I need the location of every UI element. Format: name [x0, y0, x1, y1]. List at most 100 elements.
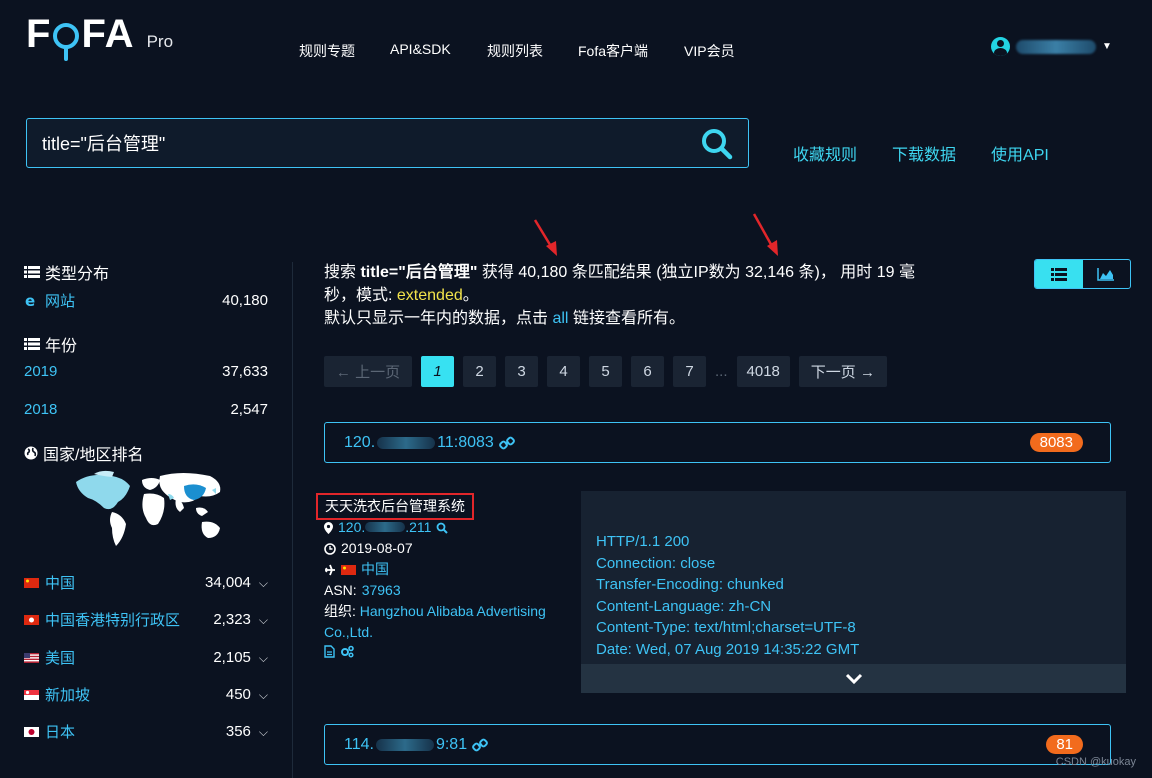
prev-page-button[interactable]: ← 上一页 — [324, 356, 412, 387]
country-item-count: 450 — [225, 686, 251, 703]
chart-view-button[interactable] — [1083, 260, 1131, 288]
show-all-link[interactable]: all — [552, 310, 568, 327]
world-map[interactable] — [72, 468, 232, 552]
nav-item-rule-list[interactable]: 规则列表 — [487, 41, 543, 61]
page-button-3[interactable]: 3 — [505, 356, 538, 387]
result-host-link[interactable]: 114. 9:81 81 — [324, 724, 1111, 765]
host-prefix: 114. — [344, 735, 374, 753]
result-asn: ASN: 37963 — [324, 580, 574, 601]
list-icon — [24, 338, 40, 350]
summary-count: 40,180 — [518, 264, 568, 281]
result-summary: 搜索 title="后台管理" 获得 40,180 条匹配结果 (独立IP数为 … — [324, 261, 944, 330]
country-item-count: 356 — [225, 723, 251, 740]
type-item-website[interactable]: e 网站 40,180 — [24, 290, 268, 311]
watermark: CSDN @kuokay — [1055, 756, 1136, 768]
summary-prefix: 搜索 — [324, 264, 357, 281]
org-label: 组织: — [324, 603, 356, 619]
country-item-china[interactable]: 中国 34,004 ⌵ — [24, 572, 268, 593]
country-item-label: 新加坡 — [45, 687, 91, 704]
port-badge[interactable]: 81 — [1046, 735, 1083, 754]
country-item-usa[interactable]: 美国 2,105 ⌵ — [24, 647, 268, 668]
flag-cn-icon — [341, 564, 356, 575]
chevron-down-icon[interactable]: ⌵ — [259, 576, 268, 590]
host-redacted — [375, 738, 434, 751]
summary-note-suffix: 链接查看所有。 — [572, 310, 685, 327]
country-item-hongkong[interactable]: 中国香港特别行政区 2,323 ⌵ — [24, 609, 268, 630]
type-item-label-wrap: e 网站 — [24, 290, 75, 311]
type-item-label: 网站 — [45, 293, 76, 310]
chevron-down-icon[interactable]: ⌵ — [259, 688, 268, 702]
summary-note-prefix: 默认只显示一年内的数据，点击 — [324, 310, 549, 327]
plane-icon — [325, 564, 335, 575]
page-button-last[interactable]: 4018 — [736, 356, 790, 387]
result-country[interactable]: 中国 — [324, 559, 574, 580]
list-view-icon — [1050, 267, 1067, 281]
nav-item-api-sdk[interactable]: API&SDK — [390, 41, 451, 57]
chevron-down-icon[interactable]: ⌵ — [259, 651, 268, 665]
save-rule-link[interactable]: 收藏规则 — [793, 141, 857, 165]
date-text: 2019-08-07 — [341, 540, 413, 556]
logo-magnifier-icon — [53, 23, 80, 61]
country-item-label: 美国 — [45, 650, 76, 667]
expand-banner-button[interactable] — [581, 664, 1126, 693]
country-item-label-wrap: 中国香港特别行政区 — [24, 609, 180, 630]
svg-text:e: e — [25, 293, 35, 308]
result-info: 天天洗衣后台管理系统 120. .211 2019-08-07 中国 ASN: 3… — [316, 493, 574, 658]
host-suffix: 9:81 — [435, 735, 468, 753]
page-button-2[interactable]: 2 — [463, 356, 496, 387]
country-item-label-wrap: 美国 — [24, 647, 75, 668]
chevron-down-icon[interactable]: ⌵ — [259, 725, 268, 739]
pagination-ellipsis: ... — [715, 363, 728, 380]
search-input[interactable] — [42, 132, 682, 154]
area-chart-icon — [1097, 268, 1115, 281]
use-api-link[interactable]: 使用API — [991, 141, 1049, 165]
document-icon[interactable] — [324, 645, 335, 658]
list-view-button[interactable] — [1035, 260, 1083, 288]
search-box — [26, 118, 749, 168]
ip-suffix: .211 — [405, 519, 432, 535]
search-actions: 收藏规则 下载数据 使用API — [793, 141, 1049, 165]
ip-redacted — [365, 522, 406, 532]
page-button-1[interactable]: 1 — [421, 356, 454, 387]
next-page-button[interactable]: 下一页 → — [798, 356, 887, 387]
host-redacted — [377, 436, 436, 449]
page-button-4[interactable]: 4 — [547, 356, 580, 387]
year-item-2018[interactable]: 2018 2,547 — [24, 401, 268, 418]
type-section-title: 类型分布 — [24, 260, 109, 284]
gears-icon[interactable] — [340, 645, 354, 658]
nav-item-vip[interactable]: VIP会员 — [684, 41, 735, 61]
chevron-down-icon[interactable]: ⌵ — [259, 613, 268, 627]
page-button-5[interactable]: 5 — [589, 356, 622, 387]
country-item-label-wrap: 日本 — [24, 721, 75, 742]
link-icon — [472, 738, 489, 751]
ip-prefix: 120. — [338, 519, 366, 535]
asn-label: ASN: — [324, 582, 357, 598]
page-button-6[interactable]: 6 — [631, 356, 664, 387]
result-date: 2019-08-07 — [324, 538, 574, 559]
result-ip[interactable]: 120. .211 — [324, 517, 574, 538]
summary-result-text: 条匹配结果 (独立IP数为 — [571, 264, 741, 281]
year-item-2019[interactable]: 2019 37,633 — [24, 363, 268, 380]
banner-text: HTTP/1.1 200 Connection: close Transfer-… — [596, 533, 860, 658]
nav-item-client[interactable]: Fofa客户端 — [578, 41, 648, 61]
port-badge[interactable]: 8083 — [1029, 433, 1083, 452]
chevron-down-icon — [845, 673, 862, 684]
country-item-japan[interactable]: 日本 356 ⌵ — [24, 721, 268, 742]
user-menu[interactable]: ▼ — [991, 37, 1112, 56]
download-data-link[interactable]: 下载数据 — [892, 141, 956, 165]
year-item-label: 2018 — [24, 401, 58, 418]
page-button-7[interactable]: 7 — [673, 356, 706, 387]
country-item-count: 34,004 — [205, 574, 251, 591]
asn-link[interactable]: 37963 — [362, 580, 401, 601]
fofa-logo[interactable]: F FA Pro — [26, 12, 173, 61]
result-actions — [324, 645, 574, 658]
search-icon[interactable] — [436, 522, 449, 534]
nav-item-rules-topics[interactable]: 规则专题 — [299, 41, 355, 61]
org-link[interactable]: Hangzhou Alibaba Advertising Co.,Ltd. — [324, 603, 546, 640]
country-item-singapore[interactable]: 新加坡 450 ⌵ — [24, 684, 268, 705]
caret-down-icon: ▼ — [1102, 41, 1112, 52]
search-icon[interactable] — [700, 127, 734, 161]
summary-ip-suffix: 条)， 用时 — [798, 264, 873, 281]
result-host-link[interactable]: 120. 11:8083 8083 — [324, 422, 1111, 463]
result-org: 组织: Hangzhou Alibaba Advertising Co.,Ltd… — [324, 601, 574, 643]
